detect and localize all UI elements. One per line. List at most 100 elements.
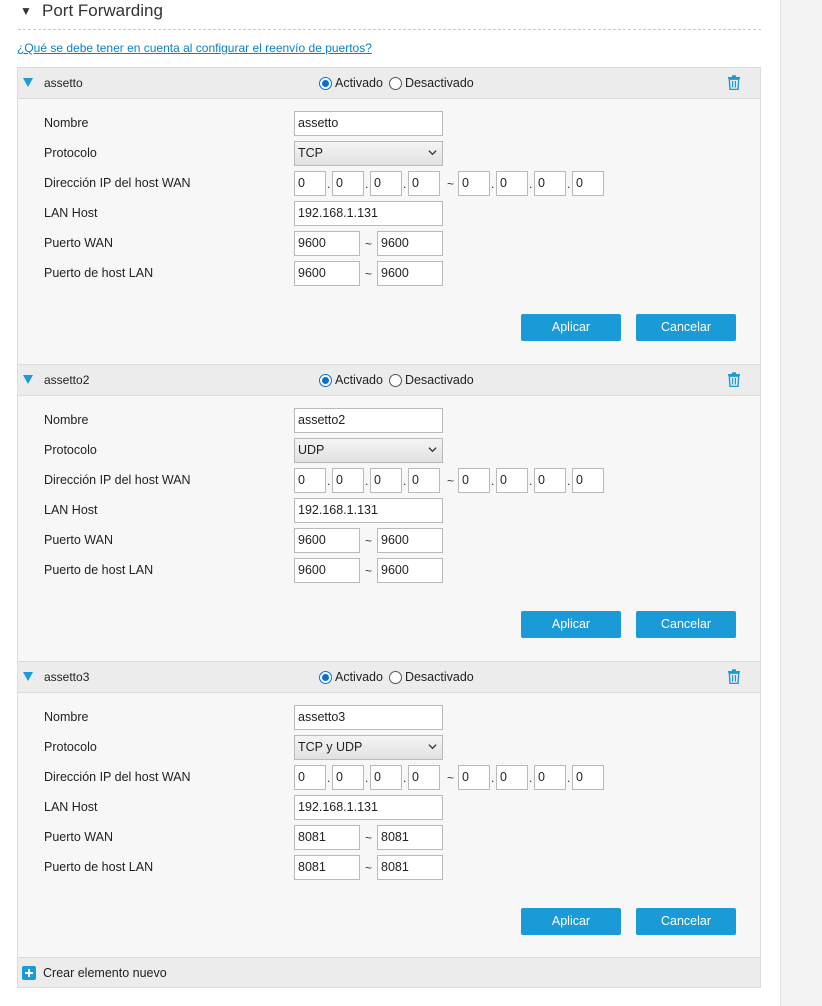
wan-ip-start-octet-4[interactable]: 0 [408,765,440,790]
protocol-select[interactable]: TCP [294,141,443,166]
lan-host-label: LAN Host [44,206,98,220]
ip-dot: . [567,771,571,785]
ip-dot: . [365,474,369,488]
name-input[interactable]: assetto2 [294,408,443,433]
cancel-button[interactable]: Cancelar [636,908,736,935]
wan-ip-end-octet-2[interactable]: 0 [496,765,528,790]
ip-range-tilde: ~ [447,771,455,785]
lan-port-start-input[interactable]: 9600 [294,261,360,286]
wan-ip-end-octet-4[interactable]: 0 [572,171,604,196]
wan-ip-end-octet-3[interactable]: 0 [534,765,566,790]
lan-port-end-input[interactable]: 9600 [377,261,443,286]
wan-ip-end-octet-3[interactable]: 0 [534,171,566,196]
lan-host-label: LAN Host [44,503,98,517]
protocol-label: Protocolo [44,146,97,160]
wan-ip-start-octet-4[interactable]: 0 [408,171,440,196]
wan-ip-end-octet-3[interactable]: 0 [534,468,566,493]
trash-icon[interactable] [727,372,741,387]
lan-host-input[interactable]: 192.168.1.131 [294,795,443,820]
port-forwarding-list: assetto Activado Desactivado Nombre asse… [17,67,761,958]
collapse-triangle-icon[interactable] [23,672,33,681]
wan-ip-start-octet-1[interactable]: 0 [294,171,326,196]
entry-header: assetto Activado Desactivado [18,68,760,99]
collapse-triangle-icon[interactable] [23,78,33,87]
cancel-button[interactable]: Cancelar [636,314,736,341]
enabled-radio-label: Activado [335,373,383,387]
wan-ip-end-octet-4[interactable]: 0 [572,765,604,790]
wan-ip-start-octet-2[interactable]: 0 [332,171,364,196]
page-header: ▼ Port Forwarding [18,0,761,30]
wan-port-start-input[interactable]: 9600 [294,231,360,256]
lan-port-start-input[interactable]: 9600 [294,558,360,583]
wan-ip-start-octet-3[interactable]: 0 [370,765,402,790]
enabled-radio[interactable] [319,373,332,387]
name-input[interactable]: assetto3 [294,705,443,730]
trash-icon[interactable] [727,75,741,90]
wan-port-end-input[interactable]: 9600 [377,231,443,256]
protocol-select[interactable]: UDP [294,438,443,463]
enabled-radio[interactable] [319,76,332,90]
forwarding-entry: assetto Activado Desactivado Nombre asse… [17,67,761,364]
lan-port-label: Puerto de host LAN [44,563,154,577]
wan-port-label: Puerto WAN [44,830,114,844]
wan-ip-end-octet-1[interactable]: 0 [458,765,490,790]
plus-icon[interactable] [22,966,36,980]
apply-button[interactable]: Aplicar [521,314,621,341]
enabled-radio-label: Activado [335,76,383,90]
collapse-triangle-icon[interactable]: ▼ [20,4,32,18]
wan-port-end-input[interactable]: 8081 [377,825,443,850]
wan-ip-end-octet-1[interactable]: 0 [458,171,490,196]
lan-port-label: Puerto de host LAN [44,266,154,280]
ip-dot: . [491,177,495,191]
wan-ip-end-octet-2[interactable]: 0 [496,468,528,493]
ip-dot: . [529,177,533,191]
name-input[interactable]: assetto [294,111,443,136]
create-new-item-bar[interactable]: Crear elemento nuevo [17,957,761,988]
wan-port-start-input[interactable]: 8081 [294,825,360,850]
lan-host-input[interactable]: 192.168.1.131 [294,201,443,226]
lan-host-label: LAN Host [44,800,98,814]
entry-header: assetto3 Activado Desactivado [18,662,760,693]
disabled-radio[interactable] [388,670,402,684]
cancel-button[interactable]: Cancelar [636,611,736,638]
protocol-select[interactable]: TCP y UDP [294,735,443,760]
ip-range-tilde: ~ [447,177,455,191]
ip-dot: . [365,771,369,785]
wan-ip-start-octet-3[interactable]: 0 [370,171,402,196]
port-range-tilde: ~ [365,564,373,578]
wan-ip-start-octet-2[interactable]: 0 [332,468,364,493]
wan-ip-end-octet-2[interactable]: 0 [496,171,528,196]
help-link[interactable]: ¿Qué se debe tener en cuenta al configur… [17,41,372,55]
protocol-label: Protocolo [44,740,97,754]
wan-ip-end-octet-1[interactable]: 0 [458,468,490,493]
lan-port-end-input[interactable]: 8081 [377,855,443,880]
apply-button[interactable]: Aplicar [521,611,621,638]
wan-ip-start-octet-2[interactable]: 0 [332,765,364,790]
disabled-radio[interactable] [388,76,402,90]
wan-ip-start-octet-3[interactable]: 0 [370,468,402,493]
wan-port-label: Puerto WAN [44,236,114,250]
lan-port-end-input[interactable]: 9600 [377,558,443,583]
lan-host-input[interactable]: 192.168.1.131 [294,498,443,523]
disabled-radio[interactable] [388,373,402,387]
wan-port-start-input[interactable]: 9600 [294,528,360,553]
forwarding-entry: assetto3 Activado Desactivado Nombre ass… [17,661,761,958]
trash-icon[interactable] [727,669,741,684]
collapse-triangle-icon[interactable] [23,375,33,384]
enabled-radio[interactable] [319,670,332,684]
apply-button[interactable]: Aplicar [521,908,621,935]
enable-toggle-group: Activado Desactivado [319,76,480,90]
enabled-radio-label: Activado [335,670,383,684]
name-label: Nombre [44,413,89,427]
ip-dot: . [567,474,571,488]
wan-ip-start-octet-1[interactable]: 0 [294,765,326,790]
wan-ip-end-octet-4[interactable]: 0 [572,468,604,493]
protocol-label: Protocolo [44,443,97,457]
port-range-tilde: ~ [365,534,373,548]
enable-toggle-group: Activado Desactivado [319,670,480,684]
lan-port-start-input[interactable]: 8081 [294,855,360,880]
wan-port-label: Puerto WAN [44,533,114,547]
wan-ip-start-octet-4[interactable]: 0 [408,468,440,493]
wan-ip-start-octet-1[interactable]: 0 [294,468,326,493]
wan-port-end-input[interactable]: 9600 [377,528,443,553]
